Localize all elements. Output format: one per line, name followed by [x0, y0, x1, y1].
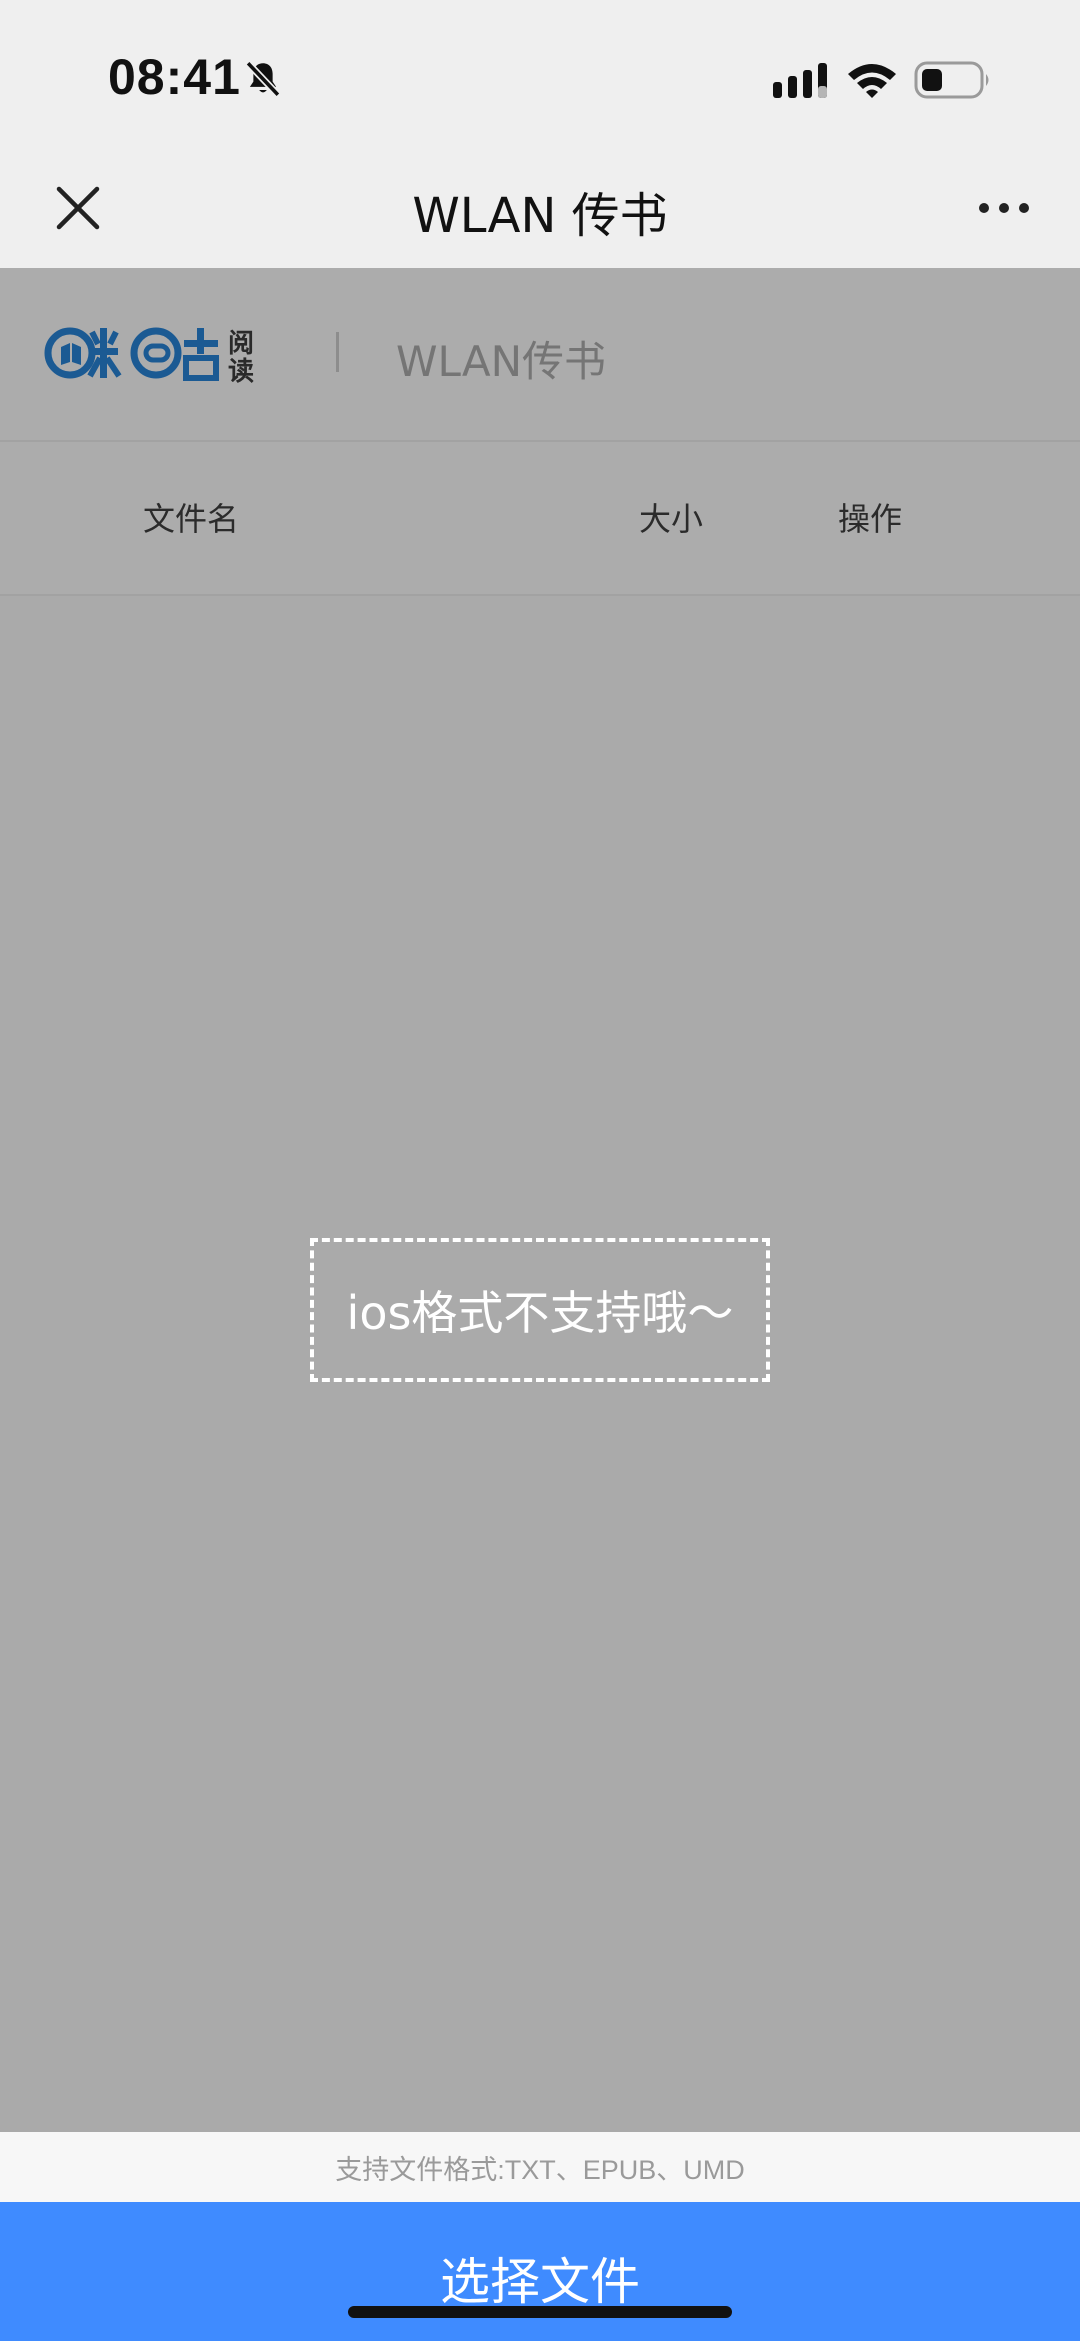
column-file-name: 文件名 — [143, 500, 240, 538]
file-table-header: 文件名 大小 操作 — [0, 442, 1080, 596]
status-bar: 08:41 — [0, 0, 1080, 148]
status-time: 08:41 — [108, 49, 241, 105]
migu-logo: 阅 读 — [44, 327, 254, 387]
select-file-button[interactable]: 选择文件 — [0, 2202, 1080, 2341]
wifi-icon — [848, 64, 896, 98]
select-file-label: 选择文件 — [440, 2253, 640, 2311]
page-title: WLAN传书 — [396, 337, 607, 386]
nav-bar: WLAN 传书 — [0, 148, 1080, 268]
home-indicator — [348, 2306, 732, 2318]
supported-formats-text: 支持文件格式:TXT、EPUB、UMD — [335, 2154, 745, 2185]
column-size: 大小 — [639, 500, 704, 538]
svg-text:阅: 阅 — [228, 329, 254, 359]
more-icon — [979, 203, 1029, 213]
unsupported-notice: ios格式不支持哦～ — [310, 1238, 770, 1382]
more-button[interactable] — [966, 182, 1042, 234]
cellular-signal-icon — [773, 63, 827, 98]
supported-formats-bar: 支持文件格式:TXT、EPUB、UMD — [0, 2132, 1080, 2202]
svg-text:读: 读 — [228, 357, 254, 387]
brand-divider — [336, 332, 339, 372]
nav-title: WLAN 传书 — [412, 188, 668, 244]
brand-header: 阅 读 WLAN传书 — [0, 268, 1080, 442]
bell-slash-icon — [245, 60, 281, 98]
notice-text: ios格式不支持哦～ — [346, 1286, 734, 1340]
column-action: 操作 — [838, 500, 903, 538]
battery-icon — [914, 61, 989, 99]
